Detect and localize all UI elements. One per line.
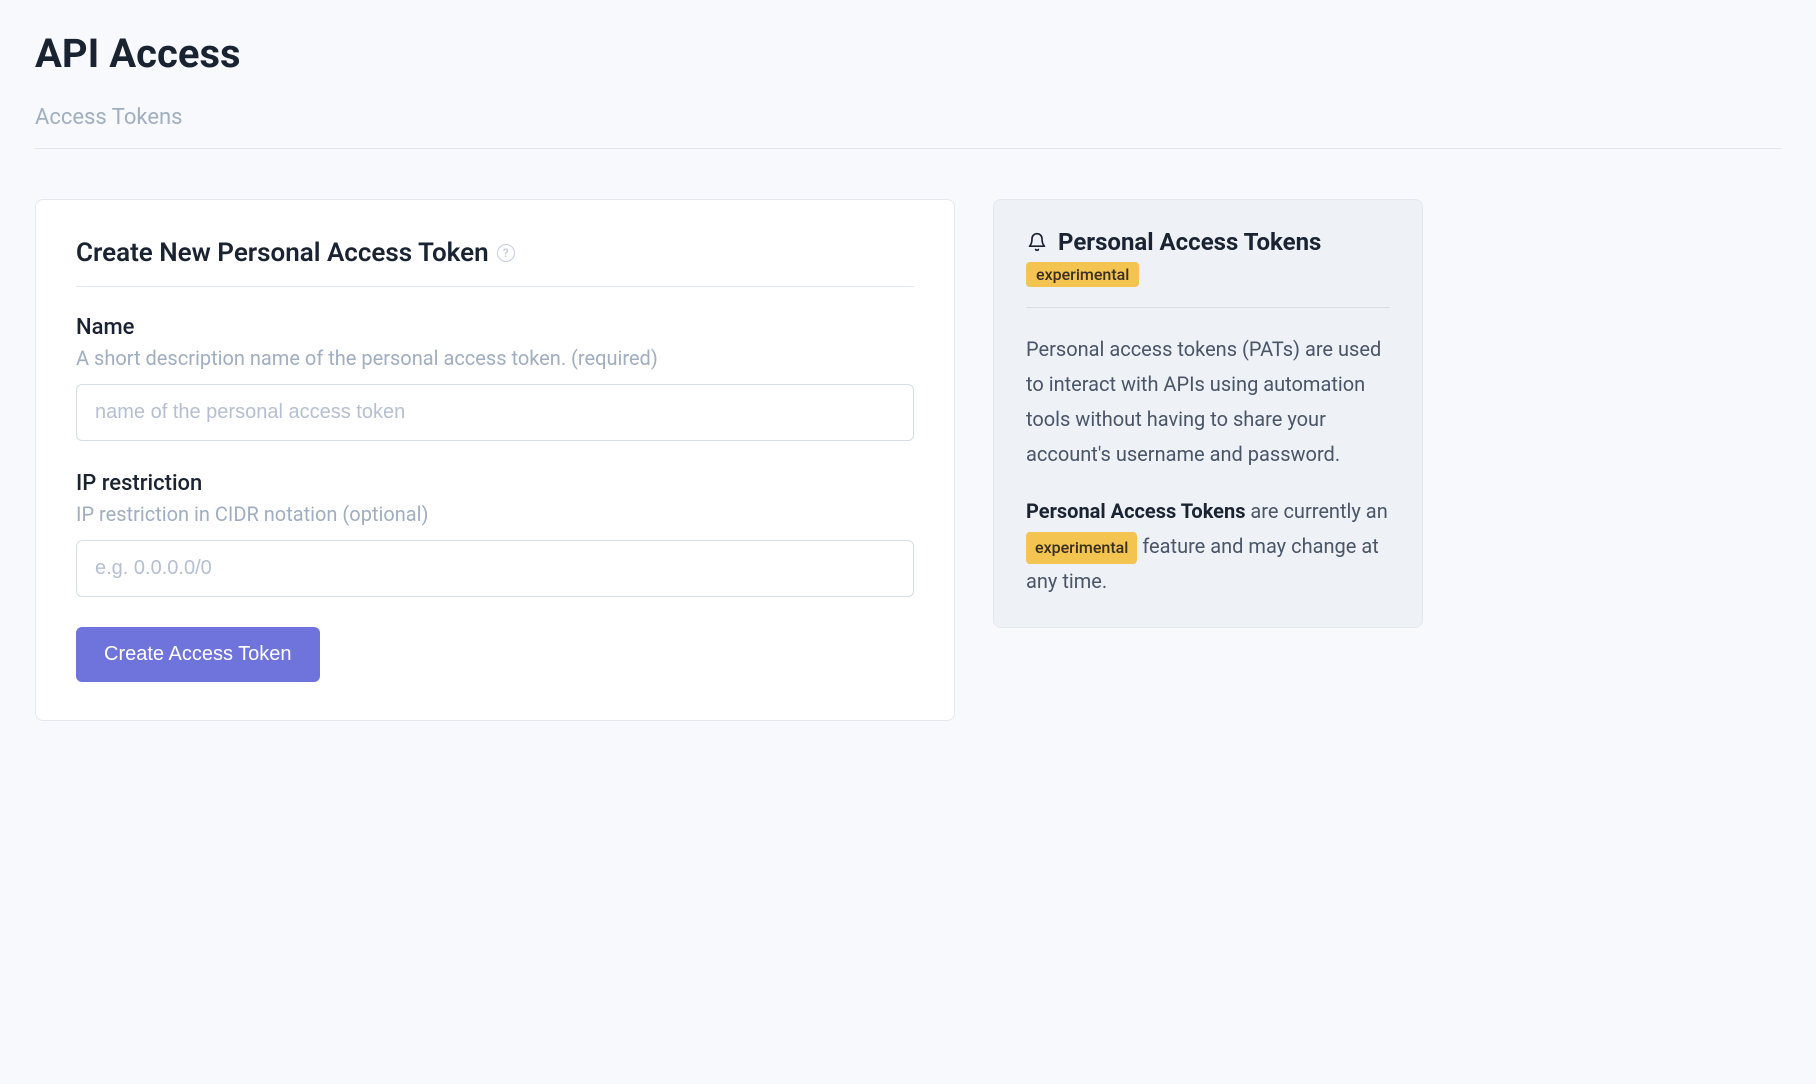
tab-access-tokens[interactable]: Access Tokens bbox=[35, 105, 183, 148]
bell-icon bbox=[1026, 231, 1048, 253]
tab-bar: Access Tokens bbox=[35, 105, 1781, 149]
name-help: A short description name of the personal… bbox=[76, 346, 914, 370]
create-token-card: Create New Personal Access Token ? Name … bbox=[35, 199, 955, 721]
name-label: Name bbox=[76, 315, 914, 340]
create-token-button[interactable]: Create Access Token bbox=[76, 627, 320, 682]
ip-label: IP restriction bbox=[76, 471, 914, 496]
card-header: Create New Personal Access Token ? bbox=[76, 238, 914, 287]
panel-p2-before: are currently an bbox=[1245, 499, 1387, 523]
help-icon[interactable]: ? bbox=[497, 244, 515, 262]
experimental-inline-badge: experimental bbox=[1026, 532, 1137, 564]
panel-header: Personal Access Tokens experimental bbox=[1026, 228, 1390, 308]
experimental-badge: experimental bbox=[1026, 262, 1139, 287]
page-title: API Access bbox=[35, 30, 1781, 77]
name-input[interactable] bbox=[76, 384, 914, 441]
panel-body: Personal access tokens (PATs) are used t… bbox=[1026, 332, 1390, 599]
card-title: Create New Personal Access Token bbox=[76, 238, 489, 268]
info-panel: Personal Access Tokens experimental Pers… bbox=[993, 199, 1423, 628]
form-group-name: Name A short description name of the per… bbox=[76, 315, 914, 441]
content-row: Create New Personal Access Token ? Name … bbox=[35, 199, 1781, 721]
form-group-ip: IP restriction IP restriction in CIDR no… bbox=[76, 471, 914, 597]
panel-p2-strong: Personal Access Tokens bbox=[1026, 499, 1245, 523]
panel-paragraph-2: Personal Access Tokens are currently an … bbox=[1026, 494, 1390, 599]
panel-title: Personal Access Tokens bbox=[1058, 228, 1321, 256]
panel-title-row: Personal Access Tokens bbox=[1026, 228, 1390, 256]
panel-paragraph-1: Personal access tokens (PATs) are used t… bbox=[1026, 332, 1390, 472]
ip-input[interactable] bbox=[76, 540, 914, 597]
ip-help: IP restriction in CIDR notation (optiona… bbox=[76, 502, 914, 526]
